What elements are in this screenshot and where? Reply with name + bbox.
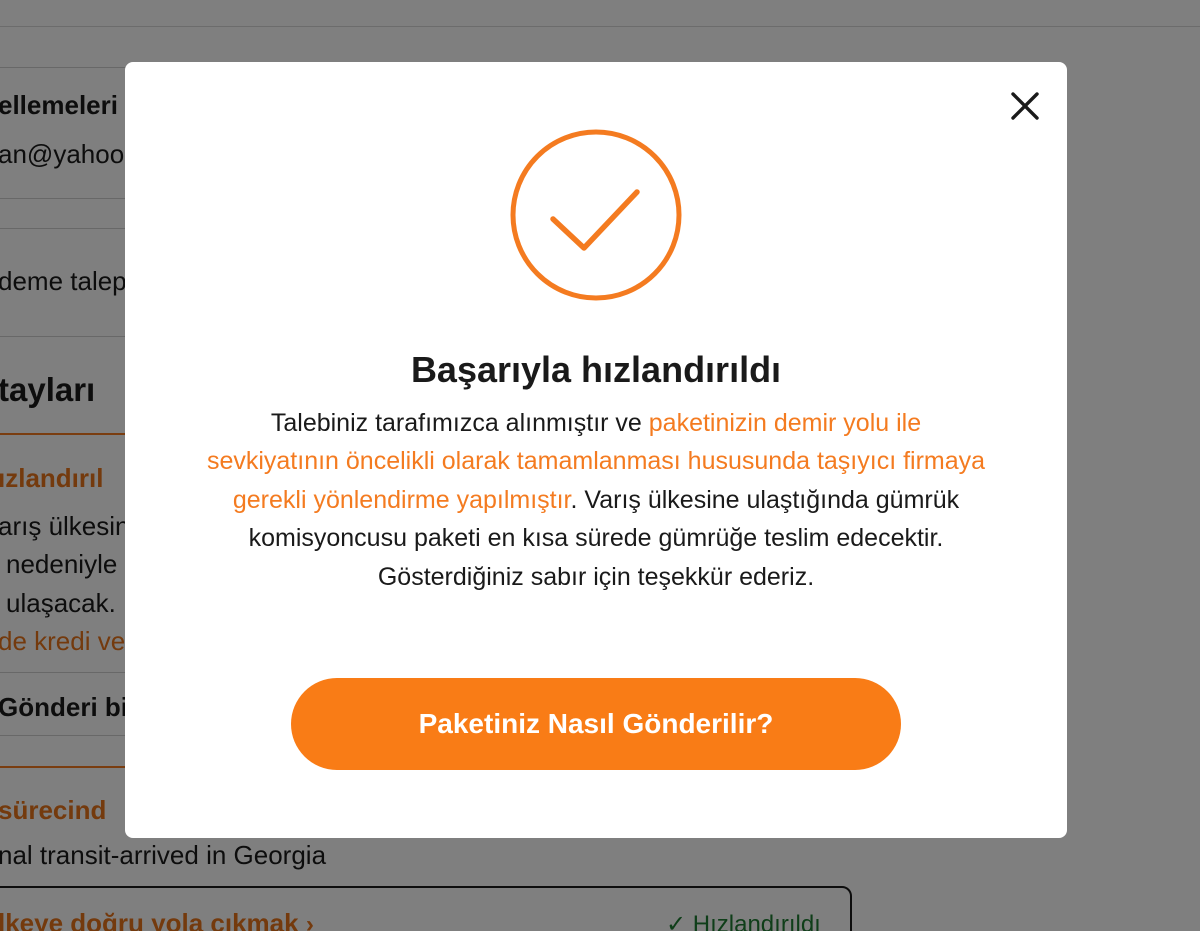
close-button[interactable] [1005, 86, 1045, 126]
modal-title: Başarıyla hızlandırıldı [410, 349, 782, 390]
message-text: Talebiniz tarafımızca alınmıştır ve [270, 409, 649, 437]
check-circle-icon [510, 129, 682, 301]
success-modal: Başarıyla hızlandırıldı Talebiniz tarafı… [125, 62, 1067, 838]
modal-message: Talebiniz tarafımızca alınmıştır ve pake… [206, 404, 986, 596]
how-is-package-shipped-button[interactable]: Paketiniz Nasıl Gönderilir? [291, 678, 901, 770]
close-icon [1011, 92, 1039, 120]
